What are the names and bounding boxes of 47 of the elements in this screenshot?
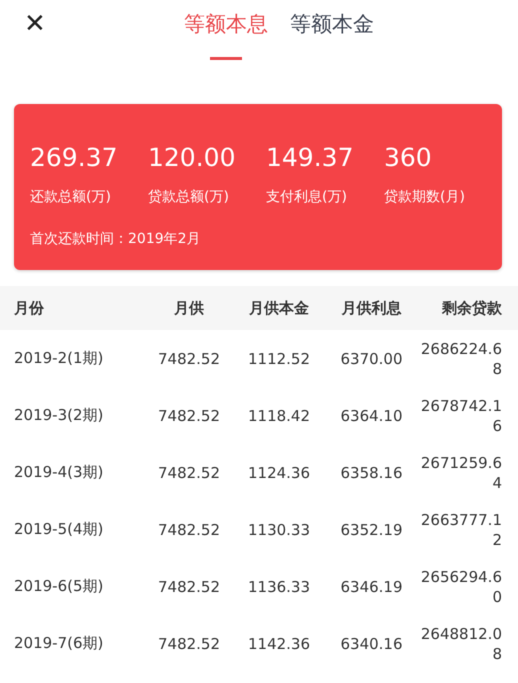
table-cell-text: 6340.16	[339, 634, 404, 652]
column-header: 月供本金	[248, 298, 310, 318]
table-cell-text: 1118.42	[246, 406, 312, 424]
table-cell-text: 1112.52	[246, 350, 312, 368]
table-cell-text: 1130.33	[246, 520, 312, 538]
table-cell-text: 1124.36	[246, 464, 312, 482]
stat-label: 贷款期数(月)	[384, 188, 466, 206]
table-cell-text: 2656294.60	[420, 566, 502, 606]
close-button[interactable]: ✕	[20, 8, 50, 38]
table-cell-text: 7482.52	[156, 634, 222, 652]
table-cell-text: 2663777.12	[420, 510, 502, 550]
tab[interactable]: 等额本息	[184, 10, 268, 60]
table-cell-text: 2678742.16	[420, 396, 502, 436]
stat-value: 149.37	[266, 142, 354, 174]
stat-label: 贷款总额(万)	[148, 188, 230, 206]
stat-value: 360	[384, 142, 433, 174]
table-cell-text: 2019-7(6期)	[14, 634, 104, 653]
stat-value: 120.00	[148, 142, 236, 174]
first-payment-text: 首次还款时间：2019年2月	[30, 230, 201, 248]
table-cell-text: 2019-6(5期)	[14, 577, 104, 596]
column-header: 剩余贷款	[440, 298, 502, 318]
table-cell-text: 7482.52	[156, 578, 222, 596]
stat-value: 269.37	[30, 142, 118, 174]
table-cell-text: 7482.52	[156, 406, 222, 424]
table-cell-text: 6352.19	[339, 520, 404, 538]
tab[interactable]: 等额本金	[290, 10, 374, 60]
column-header: 月供	[173, 298, 205, 318]
table-cell-text: 2019-3(2期)	[14, 406, 104, 425]
table-cell-text: 7482.52	[156, 464, 222, 482]
table-cell-text: 2019-4(3期)	[14, 463, 104, 482]
stat-label: 支付利息(万)	[266, 188, 348, 206]
table-cell-text: 2019-2(1期)	[14, 349, 104, 368]
table-cell-text: 7482.52	[156, 520, 222, 538]
column-header: 月份	[14, 298, 45, 318]
table-cell-text: 6346.19	[339, 578, 404, 596]
column-header: 月供利息	[340, 298, 402, 318]
table-cell-text: 6358.16	[339, 464, 404, 482]
table-cell-text: 7482.52	[156, 350, 222, 368]
table-cell-text: 2671259.64	[420, 452, 502, 492]
table-cell-text: 2019-5(4期)	[14, 520, 104, 539]
table-cell-text: 2686224.68	[420, 338, 502, 378]
table-cell-text: 6370.00	[339, 350, 404, 368]
table-cell-text: 1136.33	[246, 578, 312, 596]
table-cell-text: 2648812.08	[420, 624, 502, 664]
stat-label: 还款总额(万)	[30, 188, 112, 206]
table-cell-text: 6364.10	[339, 406, 404, 424]
table-cell-text: 1142.36	[246, 634, 312, 652]
